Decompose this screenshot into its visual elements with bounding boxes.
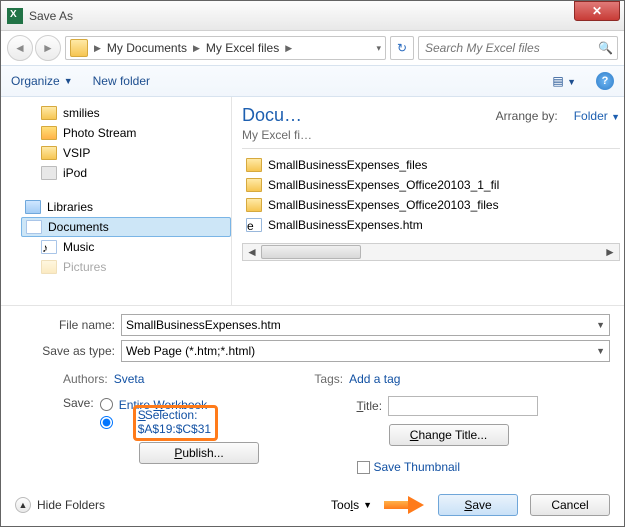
search-box[interactable]: 🔍: [418, 36, 618, 60]
caret-up-icon: ▲: [15, 497, 31, 513]
chevron-icon[interactable]: ▶: [283, 43, 294, 54]
filename-value: SmallBusinessExpenses.htm: [126, 318, 281, 332]
new-folder-button[interactable]: New folder: [93, 74, 150, 88]
chevron-icon[interactable]: ▶: [191, 43, 202, 54]
tree-item-pictures[interactable]: Pictures: [25, 257, 231, 277]
save-form: File name: SmallBusinessExpenses.htm ▼ S…: [1, 306, 624, 484]
pane-title: Docu…: [242, 105, 302, 126]
scroll-left[interactable]: ◄: [243, 245, 261, 259]
arrange-by-label: Arrange by:: [496, 109, 558, 123]
authors-label: Authors:: [63, 372, 108, 386]
crumb-my-documents[interactable]: My Documents: [103, 41, 191, 55]
toolbar: Organize ▼ New folder ▤ ▼ ?: [1, 65, 624, 97]
organize-menu[interactable]: Organize ▼: [11, 74, 73, 88]
organize-label: Organize: [11, 74, 60, 88]
scroll-right[interactable]: ►: [601, 245, 619, 259]
file-list-pane: Docu… Arrange by: Folder ▼ My Excel fi… …: [232, 97, 624, 305]
tree-item-ipod[interactable]: iPod: [25, 163, 231, 183]
tree-item-music[interactable]: ♪Music: [25, 237, 231, 257]
crumb-my-excel-files[interactable]: My Excel files: [202, 41, 283, 55]
folder-icon: [41, 146, 57, 160]
radio-selection[interactable]: SSelection: $A$19:$C$31: [100, 414, 218, 432]
nav-row: ◄ ► ▶ My Documents ▶ My Excel files ▶ ▾ …: [1, 31, 624, 65]
tree-item-photo-stream[interactable]: Photo Stream: [25, 123, 231, 143]
scroll-thumb[interactable]: [261, 245, 361, 259]
file-item[interactable]: SmallBusinessExpenses_files: [242, 155, 620, 175]
savetype-field[interactable]: Web Page (*.htm;*.html) ▼: [121, 340, 610, 362]
cancel-button[interactable]: Cancel: [530, 494, 610, 516]
tags-value[interactable]: Add a tag: [349, 372, 400, 386]
tools-menu[interactable]: Tools▼: [331, 498, 372, 512]
back-button[interactable]: ◄: [7, 35, 33, 61]
radio-selection-input[interactable]: [100, 416, 113, 429]
dialog-footer: ▲ Hide Folders Tools▼ Save Cancel: [1, 484, 624, 526]
breadcrumb-dropdown[interactable]: ▾: [374, 43, 383, 54]
view-mode-button[interactable]: ▤ ▼: [552, 74, 576, 88]
chevron-icon[interactable]: ▶: [92, 43, 103, 54]
filename-dropdown[interactable]: ▼: [596, 320, 605, 330]
tags-label: Tags:: [314, 372, 343, 386]
html-file-icon: e: [246, 218, 262, 232]
music-icon: ♪: [41, 240, 57, 254]
titlebar: Save As ✕: [1, 1, 624, 31]
save-thumbnail-checkbox[interactable]: Save Thumbnail: [357, 460, 611, 474]
photo-icon: [41, 126, 57, 140]
tree-libraries[interactable]: Libraries: [25, 197, 231, 217]
folder-icon: [246, 158, 262, 172]
nav-tree: smilies Photo Stream VSIP iPod Libraries…: [1, 97, 231, 305]
savetype-dropdown[interactable]: ▼: [596, 346, 605, 356]
window-title: Save As: [29, 9, 73, 23]
explorer-body: smilies Photo Stream VSIP iPod Libraries…: [1, 97, 624, 306]
change-title-button[interactable]: Change Title...: [389, 424, 509, 446]
tree-item-documents[interactable]: Documents: [21, 217, 231, 237]
tree-item-vsip[interactable]: VSIP: [25, 143, 231, 163]
checkbox-icon[interactable]: [357, 461, 370, 474]
breadcrumb[interactable]: ▶ My Documents ▶ My Excel files ▶ ▾: [65, 36, 386, 60]
scroll-track[interactable]: [261, 244, 601, 260]
search-input[interactable]: [423, 40, 598, 56]
savetype-value: Web Page (*.htm;*.html): [126, 344, 255, 358]
selection-highlight: SSelection: $A$19:$C$31: [133, 405, 218, 441]
close-button[interactable]: ✕: [574, 1, 620, 21]
excel-icon: [7, 8, 23, 24]
help-button[interactable]: ?: [596, 72, 614, 90]
folder-icon: [70, 39, 88, 57]
chevron-down-icon: ▼: [64, 76, 73, 86]
file-item[interactable]: SmallBusinessExpenses_Office20103_1_fil: [242, 175, 620, 195]
ipod-icon: [41, 166, 57, 180]
horizontal-scrollbar[interactable]: ◄ ►: [242, 243, 620, 261]
filename-field[interactable]: SmallBusinessExpenses.htm ▼: [121, 314, 610, 336]
folder-icon: [246, 178, 262, 192]
refresh-button[interactable]: ↻: [390, 36, 414, 60]
arrange-by-value[interactable]: Folder ▼: [574, 109, 620, 123]
filename-label: File name:: [15, 318, 115, 332]
save-button[interactable]: Save: [438, 494, 518, 516]
pictures-icon: [41, 260, 57, 274]
save-scope-label: Save:: [63, 396, 94, 432]
save-as-dialog: Save As ✕ ◄ ► ▶ My Documents ▶ My Excel …: [0, 0, 625, 527]
annotation-arrow: [384, 496, 426, 514]
file-item[interactable]: eSmallBusinessExpenses.htm: [242, 215, 620, 235]
folder-icon: [246, 198, 262, 212]
libraries-icon: [25, 200, 41, 214]
file-list: SmallBusinessExpenses_files SmallBusines…: [242, 155, 620, 235]
documents-icon: [26, 220, 42, 234]
authors-value[interactable]: Sveta: [114, 372, 145, 386]
search-icon[interactable]: 🔍: [598, 41, 613, 55]
radio-entire-workbook-input[interactable]: [100, 398, 113, 411]
publish-button[interactable]: Publish...: [139, 442, 259, 464]
forward-button[interactable]: ►: [35, 35, 61, 61]
savetype-label: Save as type:: [15, 344, 115, 358]
file-item[interactable]: SmallBusinessExpenses_Office20103_files: [242, 195, 620, 215]
hide-folders-button[interactable]: ▲ Hide Folders: [15, 497, 105, 513]
pane-subtitle: My Excel fi…: [242, 128, 620, 149]
title-input[interactable]: [388, 396, 538, 416]
folder-icon: [41, 106, 57, 120]
tree-item-smilies[interactable]: smilies: [25, 103, 231, 123]
